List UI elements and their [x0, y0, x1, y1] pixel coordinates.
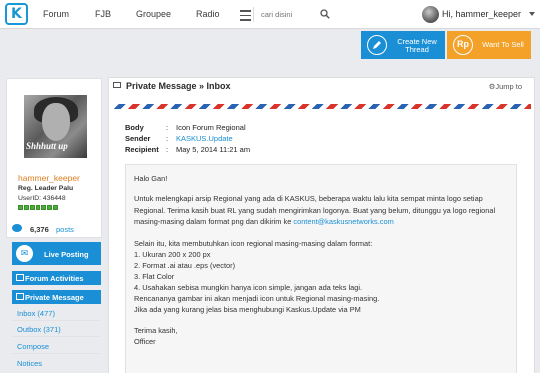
- recipient-value: May 5, 2014 11:21 am: [176, 145, 251, 154]
- divider: [12, 353, 101, 354]
- message-text: masing-masing dalam format png dan dikir…: [134, 217, 294, 226]
- message-body: Halo Gan! Untuk melengkapi arsip Regiona…: [125, 164, 517, 373]
- profile-user-id: UserID: 436448: [18, 195, 66, 202]
- top-navbar: K Forum FJB Groupee Radio Hi, hammer_kee…: [0, 0, 540, 29]
- body-label: Body: [125, 123, 144, 132]
- want-to-sell-label: Want To Sell: [482, 40, 524, 49]
- create-new-thread-button[interactable]: Create New Thread: [361, 31, 445, 59]
- page-title: Private Message » Inbox: [113, 81, 231, 91]
- message-line: Regional. Terima kasih buat RL yang suda…: [134, 206, 496, 215]
- nav-radio[interactable]: Radio: [196, 9, 220, 19]
- list-item: 2. Format .ai atau .eps (vector): [134, 261, 236, 270]
- list-item: 4. Usahakan sebisa mungkin hanya icon si…: [134, 283, 363, 292]
- rupiah-icon: Rp: [453, 35, 473, 55]
- sender-link[interactable]: KASKUS.Update: [176, 134, 233, 143]
- airmail-border: [113, 104, 531, 109]
- message-signature: Officer: [134, 337, 156, 346]
- sidebar-item-notices[interactable]: Notices: [17, 359, 42, 368]
- message-line: masing-masing dalam format png dan dikir…: [134, 217, 394, 226]
- email-link[interactable]: content@kaskusnetworks.com: [293, 217, 393, 226]
- divider: [12, 336, 101, 337]
- jump-to-label: Jump to: [495, 82, 522, 91]
- profile-photo[interactable]: Shhhutt up: [24, 95, 87, 158]
- logo-text: K: [11, 6, 22, 22]
- list-icon: [16, 274, 24, 281]
- want-to-sell-button[interactable]: Rp Want To Sell: [447, 31, 531, 59]
- sidebar-item-compose[interactable]: Compose: [17, 342, 49, 351]
- nav-forum[interactable]: Forum: [43, 9, 69, 19]
- body-value: Icon Forum Regional: [176, 123, 246, 132]
- profile-username[interactable]: hammer_keeper: [18, 173, 80, 183]
- reputation-bar: [18, 205, 59, 210]
- envelope-icon: [16, 293, 24, 300]
- page-title-text: Private Message » Inbox: [126, 81, 231, 91]
- create-thread-line2: Thread: [405, 45, 429, 54]
- post-count-row[interactable]: 6,376 posts: [6, 221, 102, 237]
- meta-sender-row: Sender: KASKUS.Update: [125, 134, 233, 143]
- message-line: Rencananya gambar ini akan menjadi icon …: [134, 294, 380, 303]
- speech-bubble-icon: [12, 224, 22, 232]
- photo-caption: Shhhutt up: [26, 141, 68, 151]
- message-greeting: Halo Gan!: [134, 174, 168, 183]
- message-line: Jika ada yang kurang jelas bisa menghubu…: [134, 305, 361, 314]
- sidebar-item-inbox[interactable]: Inbox (477): [17, 309, 55, 318]
- nav-groupee[interactable]: Groupee: [136, 9, 171, 19]
- sender-label: Sender: [125, 134, 151, 143]
- message-closing: Terima kasih,: [134, 326, 178, 335]
- profile-rank: Reg. Leader Palu: [18, 185, 74, 192]
- live-posting-label: Live Posting: [44, 250, 89, 259]
- user-avatar[interactable]: [422, 6, 439, 23]
- pencil-icon: [367, 35, 387, 55]
- list-item: 1. Ukuran 200 x 200 px: [134, 250, 211, 259]
- hamburger-menu-icon[interactable]: [237, 7, 254, 22]
- chat-icon: ✉: [16, 245, 33, 262]
- envelope-icon: [113, 82, 121, 88]
- message-line: Selain itu, kita membutuhkan icon region…: [134, 239, 373, 248]
- divider: [12, 320, 101, 321]
- meta-body-row: Body: Icon Forum Regional: [125, 123, 246, 132]
- message-panel: Private Message » Inbox ⚙Jump to Body: Ic…: [108, 77, 535, 373]
- private-message-label: Private Message: [25, 293, 84, 302]
- post-count: 6,376: [30, 225, 49, 234]
- posts-label: posts: [56, 225, 74, 234]
- private-message-header[interactable]: Private Message: [12, 290, 101, 304]
- search-icon[interactable]: [320, 9, 330, 19]
- nav-fjb[interactable]: FJB: [95, 9, 111, 19]
- recipient-label: Recipient: [125, 145, 159, 154]
- forum-activities-label: Forum Activities: [25, 274, 84, 283]
- profile-card: Shhhutt up hammer_keeper Reg. Leader Pal…: [6, 78, 102, 238]
- meta-recipient-row: Recipient: May 5, 2014 11:21 am: [125, 145, 251, 154]
- forum-activities-header[interactable]: Forum Activities: [12, 271, 101, 285]
- sidebar-item-outbox[interactable]: Outbox (371): [17, 325, 61, 334]
- chevron-down-icon[interactable]: [529, 12, 535, 16]
- user-greeting[interactable]: Hi, hammer_keeper: [442, 9, 521, 19]
- jump-to-button[interactable]: ⚙Jump to: [489, 82, 522, 91]
- kaskus-logo[interactable]: K: [5, 3, 28, 25]
- list-item: 3. Flat Color: [134, 272, 175, 281]
- live-posting-button[interactable]: ✉ Live Posting: [12, 242, 101, 265]
- message-line: Untuk melengkapi arsip Regional yang ada…: [134, 194, 483, 203]
